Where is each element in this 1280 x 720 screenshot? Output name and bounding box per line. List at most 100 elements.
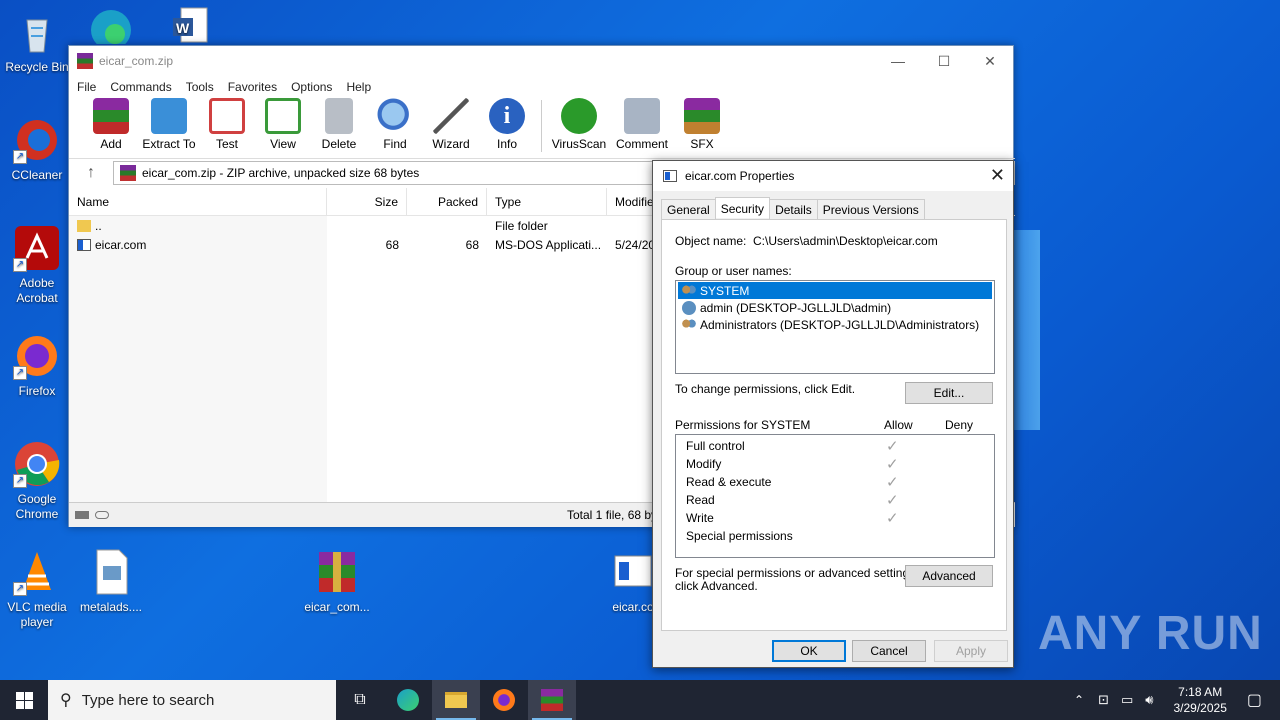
info-button[interactable]: i Info [479,98,535,151]
test-button[interactable]: Test [199,98,255,151]
close-button[interactable]: ✕ [967,46,1013,76]
file-icon [663,170,677,182]
list-item[interactable]: SYSTEM [678,282,992,299]
tab-security[interactable]: Security [714,197,771,218]
permission-row: Read & execute ✓ [676,473,994,491]
menu-tools[interactable]: Tools [186,80,214,94]
view-button[interactable]: View [255,98,311,151]
desktop-icon-label: Google Chrome [15,492,59,521]
apply-button[interactable]: Apply [934,640,1008,662]
task-view-button[interactable]: ⧉ [336,680,384,720]
taskbar-clock[interactable]: 7:18 AM 3/29/2025 [1173,684,1226,716]
taskbar-winrar[interactable] [528,680,576,720]
permissions-label: Permissions for SYSTEM [675,418,811,432]
network-icon[interactable]: ⊡ [1098,692,1109,708]
virusscan-button[interactable]: VirusScan [548,98,610,151]
desktop-icon-recycle-bin[interactable]: Recycle Bin [0,8,74,75]
find-button[interactable]: Find [367,98,423,151]
security-tab-panel: Object name: C:\Users\admin\Desktop\eica… [661,219,1007,631]
ethernet-icon[interactable]: ▭ [1121,692,1133,708]
column-type[interactable]: Type [487,187,607,216]
anyrun-watermark: ANY RUN [1038,607,1263,660]
wizard-button[interactable]: Wizard [423,98,479,151]
column-size[interactable]: Size [327,187,407,216]
virus-scan-icon [561,98,597,134]
taskbar-edge[interactable] [384,680,432,720]
dialog-titlebar[interactable]: eicar.com Properties [653,161,1013,191]
delete-button[interactable]: Delete [311,98,367,151]
menu-file[interactable]: File [77,80,96,94]
desktop-icon-eicar-zip[interactable]: eicar_com... [300,548,374,615]
desktop-icon-vlc[interactable]: ↗ VLC media player [0,548,74,630]
search-placeholder: Type here to search [81,691,215,709]
zip-archive-icon [120,164,136,181]
extract-to-button[interactable]: Extract To [139,98,199,151]
winrar-titlebar[interactable]: eicar_com.zip [69,46,1013,76]
column-name[interactable]: Name [69,187,327,216]
list-item[interactable]: admin (DESKTOP-JGLLJLD\admin) [678,299,992,316]
dialog-tabs: General Security Details Previous Versio… [661,197,925,219]
firefox-icon: ↗ [13,332,61,380]
info-icon: i [489,98,525,134]
desktop-icon-ccleaner[interactable]: ↗ CCleaner [0,116,74,183]
shortcut-arrow-icon: ↗ [13,474,27,488]
object-name-value: C:\Users\admin\Desktop\eicar.com [753,234,938,248]
acrobat-icon: ↗ [13,224,61,272]
desktop-icon-acrobat[interactable]: ↗ Adobe Acrobat [0,224,74,306]
menu-options[interactable]: Options [291,80,332,94]
special-permissions-text-2: click Advanced. [675,579,758,593]
desktop-icon-chrome[interactable]: ↗ Google Chrome [0,440,74,522]
user-list[interactable]: SYSTEM admin (DESKTOP-JGLLJLD\admin) Adm… [675,280,995,374]
taskbar: ⚲ Type here to search ⧉ ⌃ ⊡ ▭ 🔊︎ 7:18 AM… [0,680,1280,720]
task-view-icon: ⧉ [354,691,366,708]
column-label: Type [495,194,522,209]
column-packed[interactable]: Packed [407,187,487,216]
desktop-icon-label: Recycle Bin [5,60,69,74]
trash-icon [325,98,353,134]
comment-button[interactable]: Comment [610,98,674,151]
minimize-button[interactable]: — [875,46,921,76]
list-item[interactable]: Administrators (DESKTOP-JGLLJLD\Administ… [678,316,992,333]
volume-icon[interactable]: 🔊︎ [1145,692,1153,708]
up-arrow-icon[interactable]: ↑ [69,164,113,182]
special-permissions-text: For special permissions or advanced sett… [675,566,919,580]
start-button[interactable] [0,680,48,720]
menu-help[interactable]: Help [346,80,371,94]
toolbar-label: SFX [690,137,714,151]
cancel-button[interactable]: Cancel [852,640,926,662]
edit-button[interactable]: Edit... [905,382,993,404]
desktop-icon-firefox[interactable]: ↗ Firefox [0,332,74,399]
maximize-button[interactable]: ☐ [921,46,967,76]
permissions-list[interactable]: Full control ✓ Modify ✓ Read & execute ✓ Read ✓… [675,434,995,558]
ok-button[interactable]: OK [772,640,846,662]
taskbar-file-explorer[interactable] [432,680,480,720]
taskbar-search-box[interactable]: ⚲ Type here to search [48,680,336,720]
toolbar-label: Add [100,137,122,151]
tab-details[interactable]: Details [769,199,818,219]
wizard-wand-icon [433,98,469,134]
menu-commands[interactable]: Commands [110,80,171,94]
permission-row: Write ✓ [676,509,994,527]
desktop-icon-metalads[interactable]: metalads.... [74,548,148,615]
deny-column-label: Deny [945,418,974,432]
chevron-up-icon[interactable]: ⌃ [1074,693,1084,707]
allow-checkmark-icon: ✓ [886,474,899,491]
file-type: File folder [495,218,548,233]
add-button[interactable]: Add [83,98,139,151]
permission-name: Full control [686,439,745,453]
taskbar-firefox[interactable] [480,680,528,720]
chrome-icon: ↗ [13,440,61,488]
tab-general[interactable]: General [661,199,716,219]
advanced-button[interactable]: Advanced [905,565,993,587]
group-names-label: Group or user names: [675,264,792,278]
name-column-background [69,216,327,502]
tab-previous-versions[interactable]: Previous Versions [816,199,925,219]
desktop-icon-label: metalads.... [79,600,143,614]
file-type: MS-DOS Applicati... [495,237,602,252]
sfx-button[interactable]: SFX [674,98,730,151]
vlc-icon: ↗ [13,548,61,596]
notification-icon[interactable]: ▢ [1247,690,1262,710]
change-permissions-text: To change permissions, click Edit. [675,382,856,396]
menu-favorites[interactable]: Favorites [228,80,277,94]
dialog-close-icon[interactable]: ✕ [990,165,1005,186]
